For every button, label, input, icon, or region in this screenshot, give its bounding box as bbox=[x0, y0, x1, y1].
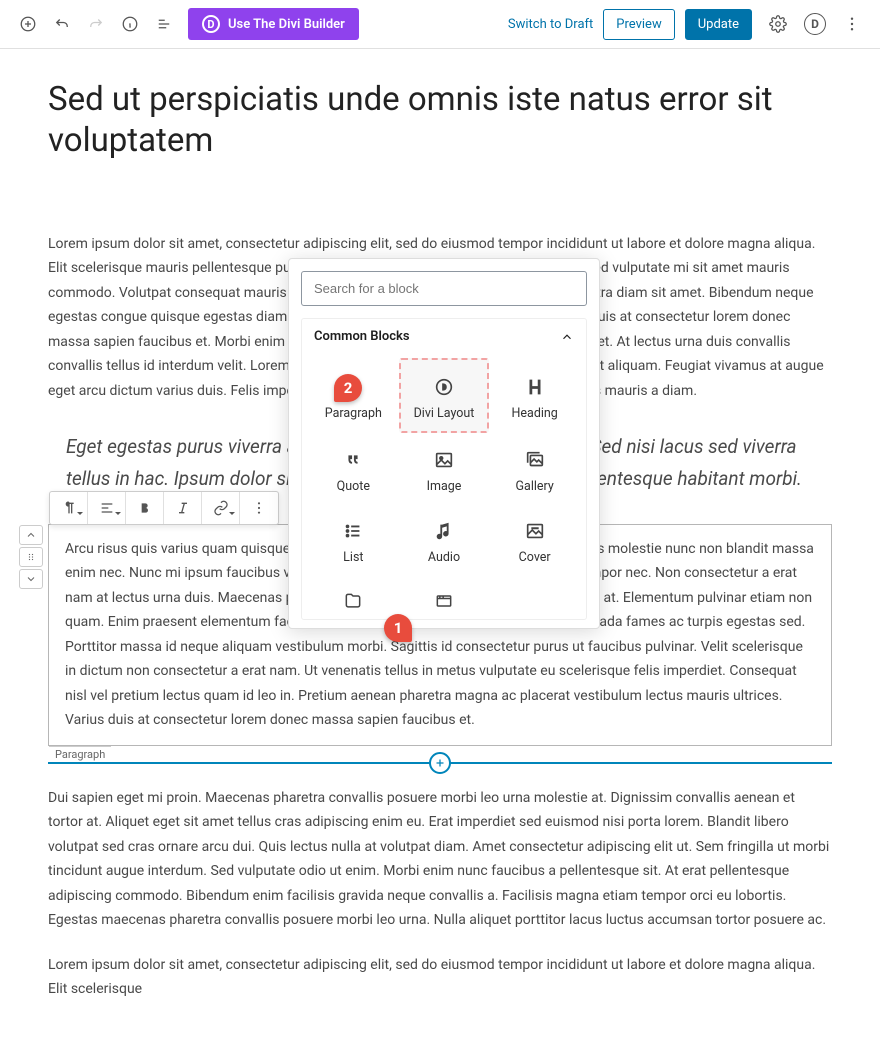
block-item-label: Divi Layout bbox=[414, 406, 475, 421]
settings-gear-icon[interactable] bbox=[762, 8, 794, 40]
gallery-icon bbox=[524, 447, 546, 473]
block-insert-line bbox=[48, 762, 832, 764]
inserter-section-common: Common Blocks Paragraph Divi Layout Head… bbox=[301, 318, 587, 620]
divi-button-label: Use The Divi Builder bbox=[228, 17, 345, 32]
list-icon bbox=[342, 518, 364, 544]
link-icon[interactable] bbox=[202, 492, 240, 524]
inserter-section-header[interactable]: Common Blocks bbox=[302, 319, 586, 354]
block-item-label: Quote bbox=[337, 479, 370, 494]
inserter-grid-overflow bbox=[302, 583, 586, 619]
outline-icon[interactable] bbox=[148, 8, 180, 40]
paragraph-4[interactable]: Lorem ipsum dolor sit amet, consectetur … bbox=[48, 953, 832, 1002]
block-more-icon[interactable] bbox=[240, 492, 278, 524]
image-icon bbox=[433, 447, 455, 473]
move-down-icon[interactable] bbox=[19, 569, 43, 589]
add-block-icon[interactable] bbox=[12, 8, 44, 40]
block-item-label: Heading bbox=[511, 406, 557, 421]
audio-icon bbox=[433, 518, 455, 544]
chevron-up-icon bbox=[560, 330, 574, 344]
block-item-file[interactable] bbox=[308, 583, 399, 611]
block-item-empty bbox=[489, 583, 580, 611]
more-menu-icon[interactable] bbox=[836, 8, 868, 40]
align-icon[interactable] bbox=[88, 492, 126, 524]
inserter-section-title: Common Blocks bbox=[314, 329, 410, 344]
block-item-label: Image bbox=[427, 479, 462, 494]
update-button[interactable]: Update bbox=[685, 9, 752, 40]
callout-2: 2 bbox=[334, 374, 362, 402]
bold-icon[interactable] bbox=[126, 492, 164, 524]
editor-toolbar: D Use The Divi Builder Switch to Draft P… bbox=[0, 0, 880, 49]
block-item-image[interactable]: Image bbox=[399, 433, 490, 504]
block-item-divi-layout[interactable]: Divi Layout bbox=[399, 358, 490, 433]
block-item-audio[interactable]: Audio bbox=[399, 504, 490, 575]
block-item-cover[interactable]: Cover bbox=[489, 504, 580, 575]
block-item-list[interactable]: List bbox=[308, 504, 399, 575]
block-item-label: Gallery bbox=[516, 479, 554, 494]
toolbar-left: D Use The Divi Builder bbox=[12, 8, 359, 40]
search-input[interactable] bbox=[301, 271, 587, 306]
use-divi-builder-button[interactable]: D Use The Divi Builder bbox=[188, 8, 359, 40]
divi-circle-icon bbox=[433, 374, 455, 400]
undo-icon[interactable] bbox=[46, 8, 78, 40]
preview-button[interactable]: Preview bbox=[603, 9, 674, 40]
block-inserter-popover: Common Blocks Paragraph Divi Layout Head… bbox=[288, 258, 600, 629]
block-item-video[interactable] bbox=[399, 583, 490, 611]
block-format-toolbar bbox=[49, 491, 279, 525]
block-item-quote[interactable]: Quote bbox=[308, 433, 399, 504]
redo-icon bbox=[80, 8, 112, 40]
block-type-pilcrow-icon[interactable] bbox=[50, 492, 88, 524]
block-item-label: Paragraph bbox=[325, 406, 382, 421]
switch-to-draft-link[interactable]: Switch to Draft bbox=[508, 17, 593, 32]
post-title[interactable]: Sed ut perspiciatis unde omnis iste natu… bbox=[48, 79, 832, 162]
block-item-label: Audio bbox=[428, 550, 460, 565]
drag-handle-icon[interactable] bbox=[19, 547, 43, 567]
paragraph-3[interactable]: Dui sapien eget mi proin. Maecenas phare… bbox=[48, 786, 832, 933]
toolbar-right: Switch to Draft Preview Update D bbox=[508, 8, 868, 40]
italic-icon[interactable] bbox=[164, 492, 202, 524]
quote-icon bbox=[342, 447, 364, 473]
insert-block-plus-icon[interactable] bbox=[429, 752, 451, 774]
block-item-label: Cover bbox=[519, 550, 551, 565]
block-item-gallery[interactable]: Gallery bbox=[489, 433, 580, 504]
divi-outline-icon[interactable]: D bbox=[804, 13, 826, 35]
block-item-label: List bbox=[343, 550, 363, 565]
block-type-tag: Paragraph bbox=[49, 746, 111, 761]
move-up-icon[interactable] bbox=[19, 525, 43, 545]
block-mover-handles bbox=[19, 525, 43, 589]
cover-icon bbox=[524, 518, 546, 544]
divi-logo-icon: D bbox=[202, 15, 220, 33]
callout-1: 1 bbox=[384, 614, 412, 642]
heading-icon bbox=[524, 374, 546, 400]
info-icon[interactable] bbox=[114, 8, 146, 40]
inserter-search bbox=[289, 259, 599, 318]
block-item-heading[interactable]: Heading bbox=[489, 358, 580, 433]
